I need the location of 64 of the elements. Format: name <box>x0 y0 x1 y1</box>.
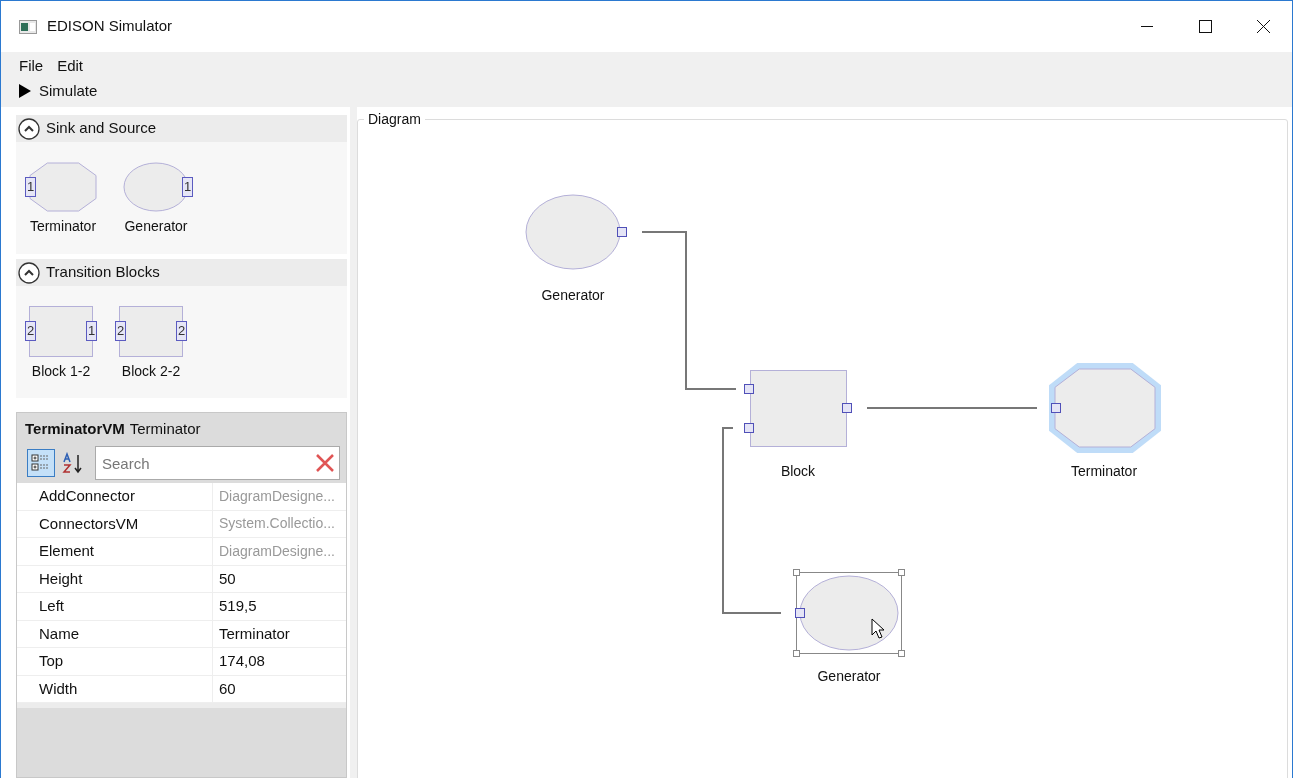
mouse-cursor-icon <box>871 618 885 640</box>
collapse-icon[interactable] <box>18 261 40 284</box>
toolbox-item-label[interactable]: Block 1-2 <box>31 361 91 382</box>
property-name: AddConnector <box>17 483 213 510</box>
port-handle[interactable] <box>795 608 805 618</box>
property-value[interactable]: 50 <box>213 565 346 592</box>
property-value: DiagramDesigne... <box>218 486 336 506</box>
menu-item[interactable]: File <box>13 55 50 78</box>
port-handle[interactable] <box>744 384 754 394</box>
property-name: Width <box>17 675 213 702</box>
port-handle[interactable] <box>744 423 754 433</box>
octagon-shape-icon <box>29 162 97 212</box>
node-label: Terminator <box>1070 462 1138 481</box>
toolbox-item-label[interactable]: Generator <box>124 216 188 237</box>
toolbox-group-header[interactable]: Sink and Source <box>16 115 347 142</box>
selection-frame[interactable] <box>793 569 905 657</box>
collapse-icon[interactable] <box>18 117 40 140</box>
property-name: Left <box>17 593 213 620</box>
close-icon <box>1256 20 1270 33</box>
search-field[interactable]: Search <box>95 446 340 480</box>
rect-shape-icon <box>29 306 93 357</box>
toolbox-group-title: Sink and Source <box>46 118 157 139</box>
property-name: Name <box>17 620 213 647</box>
maximize-icon <box>1198 20 1212 33</box>
play-icon <box>19 84 31 98</box>
property-value: DiagramDesigne... <box>218 541 336 561</box>
port-number[interactable]: 1 <box>182 177 193 197</box>
ellipse-shape-icon <box>123 162 189 212</box>
sort-az-icon <box>62 452 84 474</box>
port-handle[interactable] <box>842 403 852 413</box>
port-number[interactable]: 1 <box>25 177 36 197</box>
rect-shape-icon <box>119 306 183 357</box>
port-handle[interactable] <box>1051 403 1061 413</box>
category-list-icon <box>31 453 51 473</box>
property-name: Top <box>17 648 213 675</box>
node-label: Generator <box>817 667 881 686</box>
node-label: Block <box>780 462 816 481</box>
property-name: ConnectorsVM <box>17 510 213 537</box>
object-name: Terminator <box>129 418 201 439</box>
property-value[interactable]: 174,08 <box>213 648 346 675</box>
app-icon <box>19 19 37 34</box>
port-number[interactable]: 1 <box>86 321 97 341</box>
toolbox-group-header[interactable]: Transition Blocks <box>16 259 347 286</box>
port-number[interactable]: 2 <box>115 321 126 341</box>
object-type: TerminatorVM <box>25 418 125 439</box>
property-value: System.Collectio... <box>218 514 336 534</box>
clear-search-icon[interactable] <box>316 454 334 472</box>
port-number[interactable]: 2 <box>25 321 36 341</box>
toolbox-group-title: Transition Blocks <box>46 262 160 283</box>
categorized-view-button[interactable] <box>27 449 55 477</box>
toolbox-item-label[interactable]: Terminator <box>29 216 97 237</box>
toolbox-item-label[interactable]: Block 2-2 <box>121 361 181 382</box>
minimize-icon <box>1141 25 1153 28</box>
window-title: EDISON Simulator <box>47 16 173 37</box>
port-number[interactable]: 2 <box>176 321 187 341</box>
property-name: Element <box>17 538 213 565</box>
property-value[interactable]: Terminator <box>213 620 346 647</box>
property-name: Height <box>17 565 213 592</box>
property-value[interactable]: 60 <box>213 675 346 702</box>
port-handle[interactable] <box>617 227 627 237</box>
node-label: Generator <box>541 286 605 305</box>
property-value[interactable]: 519,5 <box>213 593 346 620</box>
menu-item[interactable]: Edit <box>51 55 90 78</box>
simulate-button[interactable]: Simulate <box>1 78 1292 104</box>
